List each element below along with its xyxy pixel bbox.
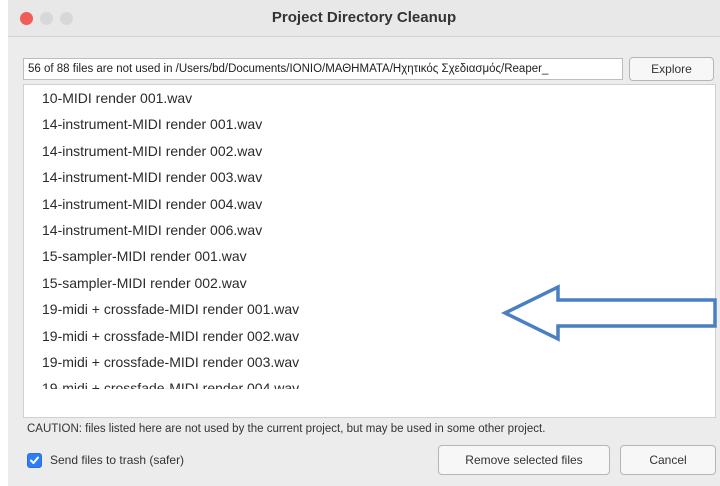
unused-files-summary-field[interactable]: 56 of 88 files are not used in /Users/bd…: [23, 58, 623, 80]
file-row[interactable]: 14-instrument-MIDI render 004.wav: [24, 191, 715, 217]
send-to-trash-checkbox[interactable]: [27, 453, 42, 468]
file-row[interactable]: 15-sampler-MIDI render 001.wav: [24, 243, 715, 269]
file-row[interactable]: 14-instrument-MIDI render 001.wav: [24, 111, 715, 137]
file-row[interactable]: 19-midi + crossfade-MIDI render 001.wav: [24, 296, 715, 322]
cancel-button[interactable]: Cancel: [620, 445, 716, 475]
list-fade: [24, 407, 715, 417]
file-row[interactable]: 14-instrument-MIDI render 002.wav: [24, 138, 715, 164]
cleanup-dialog: Project Directory Cleanup 56 of 88 files…: [8, 0, 720, 486]
explore-button[interactable]: Explore: [629, 57, 714, 81]
unused-files-list[interactable]: 10-MIDI render 001.wav 14-instrument-MID…: [23, 84, 716, 418]
checkmark-icon: [30, 456, 39, 464]
window-title: Project Directory Cleanup: [271, 9, 457, 26]
send-to-trash-label[interactable]: Send files to trash (safer): [50, 453, 184, 467]
title-bar: Project Directory Cleanup: [8, 0, 720, 37]
file-row[interactable]: 15-sampler-MIDI render 002.wav: [24, 270, 715, 296]
file-row[interactable]: 19-midi + crossfade-MIDI render 003.wav: [24, 349, 715, 375]
file-row[interactable]: 14-instrument-MIDI render 006.wav: [24, 217, 715, 243]
file-row[interactable]: 10-MIDI render 001.wav: [24, 85, 715, 111]
caution-text: CAUTION: files listed here are not used …: [27, 423, 546, 435]
file-row[interactable]: 14-instrument-MIDI render 003.wav: [24, 164, 715, 190]
remove-selected-files-button[interactable]: Remove selected files: [438, 445, 610, 475]
file-row[interactable]: 19-midi + crossfade-MIDI render 002.wav: [24, 323, 715, 349]
file-row[interactable]: 19-midi + crossfade-MIDI render 004.wav: [24, 375, 715, 389]
